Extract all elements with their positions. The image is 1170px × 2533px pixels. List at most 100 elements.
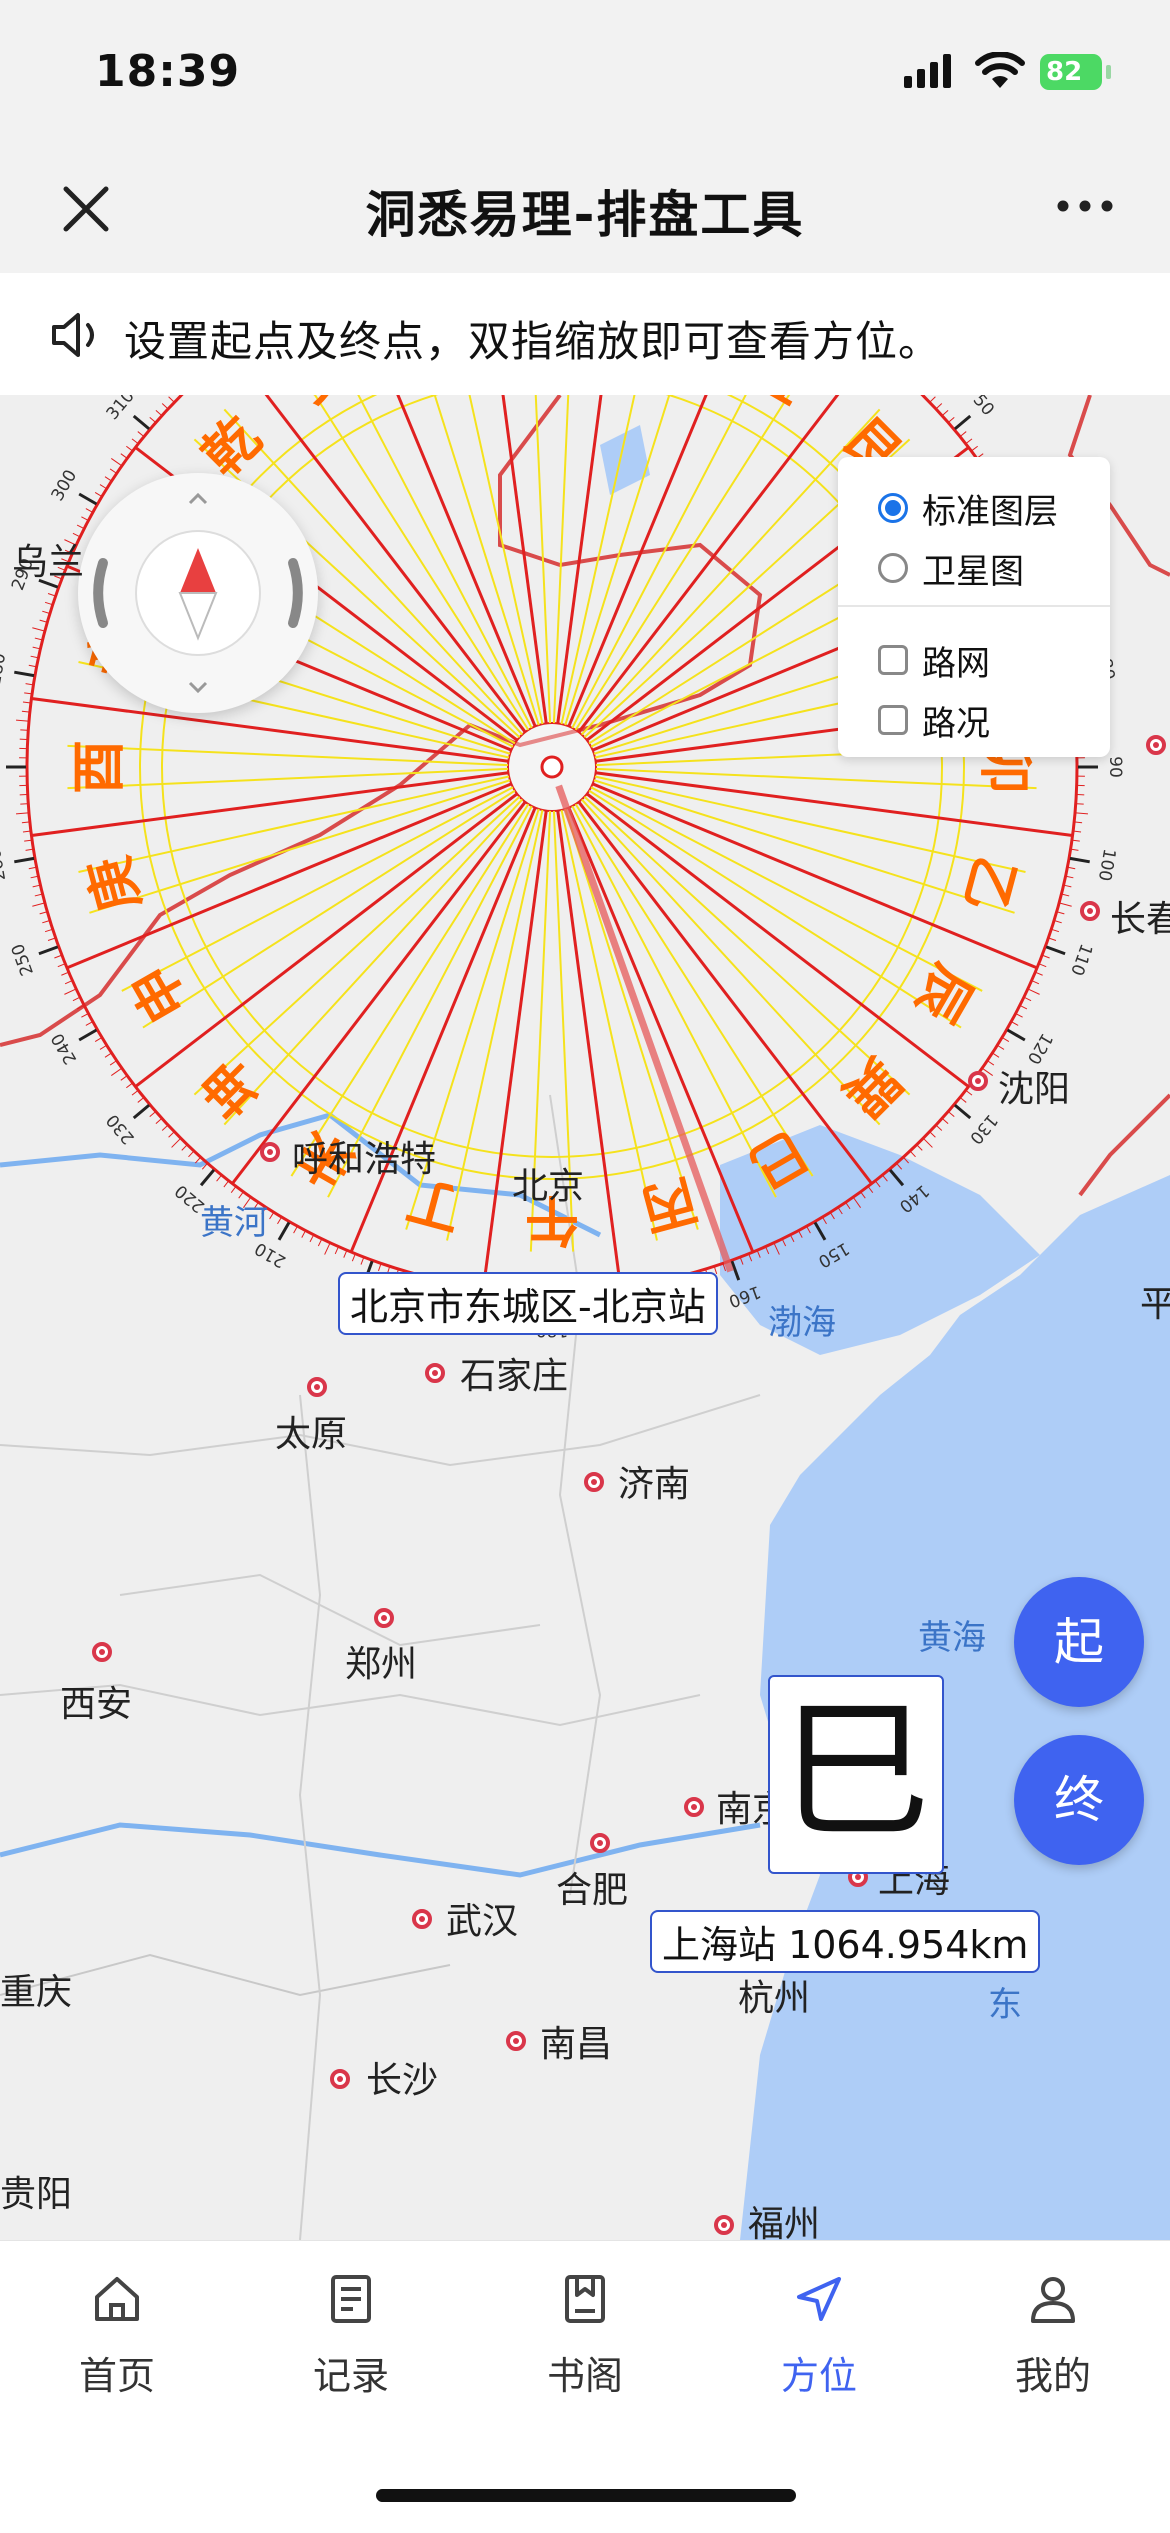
degree-tick — [972, 446, 978, 450]
degree-tick-label: 110 — [1066, 941, 1096, 978]
degree-tick — [904, 1158, 909, 1163]
degree-tick — [361, 1258, 364, 1265]
city-label: 平 — [1140, 1275, 1170, 1327]
sector-sub-line — [328, 395, 532, 728]
city-marker[interactable] — [590, 1833, 610, 1853]
degree-tick — [930, 1132, 935, 1137]
city-marker[interactable] — [714, 2215, 734, 2235]
degree-tick — [1043, 956, 1050, 959]
compass-control[interactable] — [78, 473, 318, 713]
tab-label: 首页 — [0, 2345, 234, 2400]
notice-text: 设置起点及终点，双指缩放即可查看方位。 — [124, 308, 941, 369]
toggle-traffic[interactable]: 路况 — [878, 695, 990, 745]
toggle-label: 路网 — [922, 636, 990, 685]
degree-tick — [201, 1170, 214, 1185]
layer-option-satellite[interactable]: 卫星图 — [878, 543, 1024, 593]
city-marker[interactable] — [584, 1472, 604, 1492]
city-marker[interactable] — [307, 1377, 327, 1397]
degree-tick — [949, 417, 954, 422]
city-label: 福州 — [748, 2195, 820, 2240]
degree-tick-label: 150 — [814, 1238, 852, 1272]
degree-tick — [344, 1251, 347, 1257]
degree-tick — [162, 403, 167, 408]
battery-icon: 82 — [1040, 54, 1102, 90]
city-marker[interactable] — [506, 2031, 526, 2051]
city-marker[interactable] — [92, 1642, 112, 1662]
degree-tick — [823, 1218, 827, 1224]
start-point-label[interactable]: 北京市东城区-北京站 — [338, 1272, 718, 1335]
degree-tick — [217, 1176, 221, 1181]
city-label: 南昌 — [540, 2015, 612, 2067]
degree-tick — [169, 397, 174, 402]
degree-tick — [917, 1145, 922, 1150]
city-marker[interactable] — [260, 1142, 280, 1162]
degree-tick — [126, 446, 132, 450]
tab-direction[interactable]: 方位 — [702, 2271, 936, 2400]
degree-tick-label: 50 — [969, 395, 998, 420]
city-marker[interactable] — [1146, 735, 1166, 755]
city-marker[interactable] — [968, 1071, 988, 1091]
degree-tick-label: 240 — [48, 1029, 82, 1067]
city-marker[interactable] — [412, 1909, 432, 1929]
divider — [838, 605, 1110, 607]
ring-center-marker — [542, 757, 562, 777]
set-end-button[interactable]: 终 — [1014, 1735, 1144, 1865]
city-marker[interactable] — [330, 2069, 350, 2089]
degree-tick — [911, 1152, 916, 1157]
city-marker[interactable] — [425, 1363, 445, 1383]
more-icon[interactable] — [1055, 197, 1115, 215]
layer-panel: 标准图层 卫星图 路网 路况 — [838, 457, 1110, 757]
degree-tick — [930, 397, 935, 402]
degree-tick — [35, 638, 42, 640]
layer-option-standard[interactable]: 标准图层 — [878, 483, 1058, 533]
degree-tick — [1046, 947, 1065, 954]
degree-tick — [182, 1145, 187, 1150]
degree-tick — [23, 702, 30, 703]
degree-tick — [758, 1251, 761, 1257]
nav-bar: 洞悉易理-排盘工具 — [0, 145, 1170, 273]
degree-tick — [24, 693, 31, 694]
tab-records[interactable]: 记录 — [234, 2271, 468, 2400]
toggle-road-network[interactable]: 路网 — [878, 635, 990, 685]
degree-tick — [961, 432, 966, 436]
degree-tick — [22, 822, 29, 823]
cellular-signal-icon — [904, 54, 956, 88]
degree-tick — [14, 672, 34, 675]
city-label: 武汉 — [446, 1892, 518, 1944]
degree-tick — [943, 1119, 948, 1124]
degree-tick — [277, 1218, 281, 1224]
city-marker[interactable] — [1080, 901, 1100, 921]
degree-tick — [202, 1164, 207, 1169]
sector-sub-line — [596, 769, 1037, 788]
degree-tick — [1025, 998, 1031, 1001]
degree-tick — [807, 1227, 810, 1233]
sector-sub-line — [562, 395, 657, 724]
city-marker[interactable] — [684, 1797, 704, 1817]
degree-tick — [29, 665, 36, 666]
city-marker[interactable] — [374, 1608, 394, 1628]
degree-tick — [1033, 981, 1039, 984]
tab-home[interactable]: 首页 — [0, 2271, 234, 2400]
map-view[interactable]: 0102030405060708090100110120130140150160… — [0, 395, 1170, 2240]
status-bar: 18:39 82 — [0, 0, 1170, 145]
degree-tick — [1067, 876, 1074, 877]
sea-label: 黄海 — [918, 1610, 986, 1659]
end-point-label[interactable]: 上海站 1064.954km — [650, 1910, 1040, 1973]
degree-tick-label: 300 — [48, 466, 82, 504]
degree-tick — [890, 1170, 903, 1185]
set-start-button[interactable]: 起 — [1014, 1577, 1144, 1707]
degree-tick — [1016, 1014, 1022, 1017]
degree-tick — [31, 876, 38, 877]
sector-sub-line — [224, 799, 522, 1124]
degree-tick — [188, 1152, 193, 1157]
degree-tick — [1052, 930, 1059, 932]
tab-profile[interactable]: 我的 — [936, 2271, 1170, 2400]
degree-tick — [861, 1193, 865, 1199]
degree-tick — [29, 867, 36, 868]
degree-tick — [1036, 973, 1042, 976]
degree-tick-label: 90 — [1105, 756, 1125, 778]
degree-tick-label: 280 — [0, 652, 10, 687]
degree-tick — [81, 1014, 87, 1017]
tab-library[interactable]: 书阁 — [468, 2271, 702, 2400]
compass-icon — [78, 473, 318, 713]
